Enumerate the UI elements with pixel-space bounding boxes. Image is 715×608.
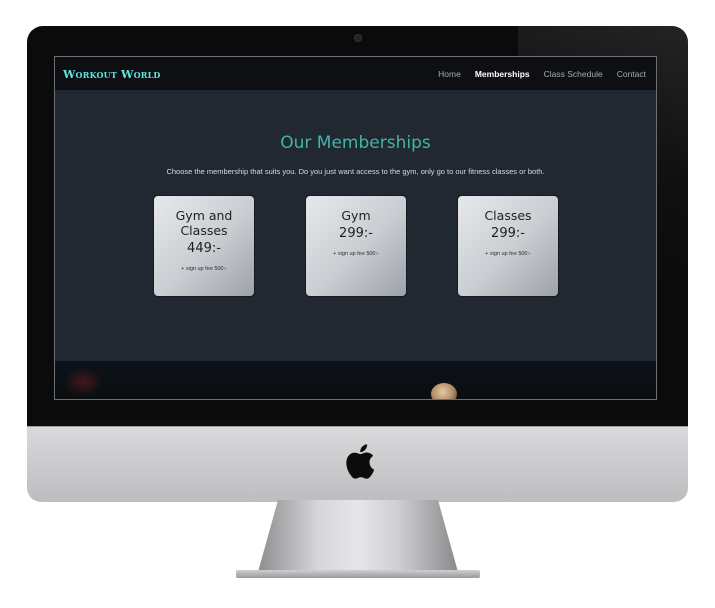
- card-title: Gym: [341, 208, 371, 223]
- card-title: Classes: [484, 208, 532, 223]
- nav-item-class-schedule[interactable]: Class Schedule: [544, 69, 603, 79]
- card-signup-fee: + sign up fee 500:-: [333, 251, 379, 257]
- apple-icon: [346, 444, 375, 479]
- nav-menu: Home Memberships Class Schedule Contact: [438, 69, 646, 79]
- membership-card-gym-and-classes[interactable]: Gym and Classes 449:- + sign up fee 500:…: [154, 196, 254, 296]
- monitor-stand-base: [236, 570, 480, 578]
- membership-card-classes[interactable]: Classes 299:- + sign up fee 500:-: [458, 196, 558, 296]
- monitor-stand: [258, 500, 458, 572]
- card-signup-fee: + sign up fee 500:-: [485, 251, 531, 257]
- nav-item-contact[interactable]: Contact: [617, 69, 646, 79]
- website-screen: Workout World Home Memberships Class Sch…: [54, 56, 657, 400]
- nav-item-memberships[interactable]: Memberships: [475, 69, 530, 79]
- camera-icon: [355, 35, 361, 41]
- card-title: Gym and Classes: [175, 208, 233, 238]
- card-price: 299:-: [339, 226, 373, 241]
- card-signup-fee: + sign up fee 500:-: [181, 266, 227, 272]
- page-lead-text: Choose the membership that suits you. Do…: [166, 167, 545, 176]
- hero-person-image: [431, 383, 457, 399]
- navbar: Workout World Home Memberships Class Sch…: [55, 57, 656, 90]
- site-logo[interactable]: Workout World: [63, 68, 161, 81]
- page-title: Our Memberships: [280, 133, 431, 153]
- card-price: 449:-: [187, 241, 221, 256]
- hero-image-detail: [63, 367, 103, 397]
- hero-image-strip: [55, 361, 656, 399]
- card-price: 299:-: [491, 226, 525, 241]
- membership-card-gym[interactable]: Gym 299:- + sign up fee 500:-: [306, 196, 406, 296]
- nav-item-home[interactable]: Home: [438, 69, 461, 79]
